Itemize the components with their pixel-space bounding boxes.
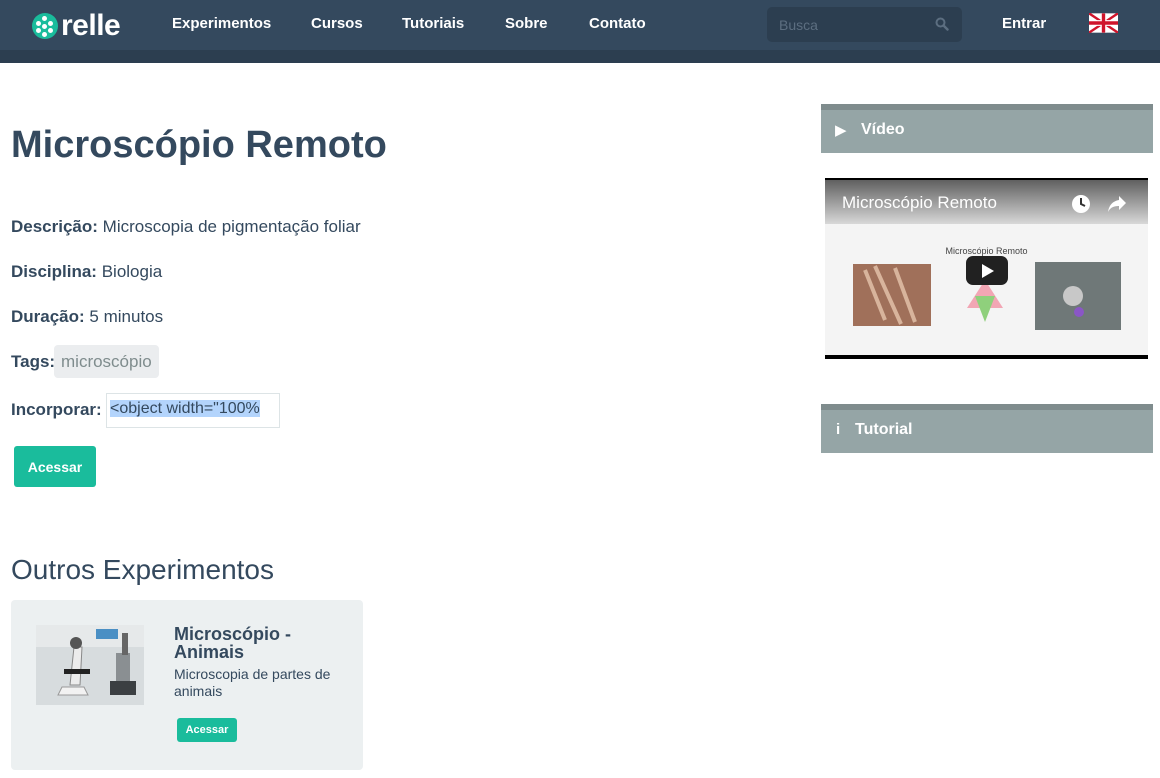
discipline-value: Biologia — [101, 262, 163, 281]
navbar-shadow-bar — [0, 50, 1160, 63]
search-icon[interactable] — [935, 17, 949, 31]
experiment-thumbnail[interactable] — [36, 625, 144, 705]
watch-later-icon[interactable] — [1071, 194, 1091, 214]
embed-row: Incorporar: — [11, 399, 102, 421]
nav-tutoriais[interactable]: Tutoriais — [402, 15, 464, 32]
video-panel-header[interactable]: ▶ Vídeo — [821, 104, 1153, 153]
nav-contato[interactable]: Contato — [589, 15, 646, 32]
tag-badge[interactable]: microscópio — [54, 345, 159, 378]
video-frame: Microscópio Remoto Microscópio Remoto — [825, 180, 1148, 355]
description-value: Microscopia de pigmentação foliar — [102, 217, 361, 236]
tutorial-panel-header[interactable]: i Tutorial — [821, 404, 1153, 453]
nav-cursos[interactable]: Cursos — [311, 15, 363, 32]
description-row: Descrição: Microscopia de pigmentação fo… — [11, 216, 361, 238]
description-label: Descrição: — [11, 217, 98, 236]
logo-mark-icon — [32, 13, 58, 39]
page-title: Microscópio Remoto — [11, 124, 387, 166]
duration-value: 5 minutos — [89, 307, 164, 326]
other-experiments-title: Outros Experimentos — [11, 554, 274, 585]
video-play-button[interactable] — [966, 256, 1008, 285]
tutorial-panel-label: Tutorial — [855, 421, 913, 438]
microscope-photo-icon — [36, 625, 144, 705]
info-icon: i — [836, 421, 841, 438]
search-input[interactable] — [767, 7, 927, 42]
embed-code-field[interactable]: <object width="100% — [106, 393, 280, 428]
relle-logo[interactable]: relle — [32, 9, 121, 42]
experiment-card: Microscópio - Animais Microscopia de par… — [11, 600, 363, 770]
access-button[interactable]: Acessar — [14, 446, 96, 487]
share-icon[interactable] — [1107, 195, 1127, 213]
uk-flag-icon[interactable] — [1089, 13, 1118, 33]
play-icon: ▶ — [835, 122, 847, 139]
nav-experimentos[interactable]: Experimentos — [172, 15, 271, 32]
video-panel-label: Vídeo — [861, 121, 905, 138]
top-navbar: relle Experimentos Cursos Tutoriais Sobr… — [0, 0, 1160, 50]
nav-sobre[interactable]: Sobre — [505, 15, 548, 32]
tags-row: Tags: — [11, 351, 55, 373]
card-title[interactable]: Microscópio - Animais — [174, 625, 334, 661]
video-title: Microscópio Remoto — [842, 193, 997, 212]
video-slide-title: Microscópio Remoto — [945, 246, 1028, 256]
logo-text: relle — [61, 9, 121, 42]
login-link[interactable]: Entrar — [1002, 15, 1046, 32]
search-box — [767, 7, 962, 42]
duration-label: Duração: — [11, 307, 85, 326]
duration-row: Duração: 5 minutos — [11, 306, 163, 328]
embed-label: Incorporar: — [11, 400, 102, 419]
discipline-row: Disciplina: Biologia — [11, 261, 162, 283]
discipline-label: Disciplina: — [11, 262, 97, 281]
tags-label: Tags: — [11, 352, 56, 371]
card-description: Microscopia de partes de animais — [174, 666, 331, 699]
card-access-button[interactable]: Acessar — [177, 718, 237, 742]
embed-code-text: <object width="100% — [110, 400, 260, 417]
video-player[interactable]: Microscópio Remoto Microscópio Remoto — [825, 178, 1148, 359]
